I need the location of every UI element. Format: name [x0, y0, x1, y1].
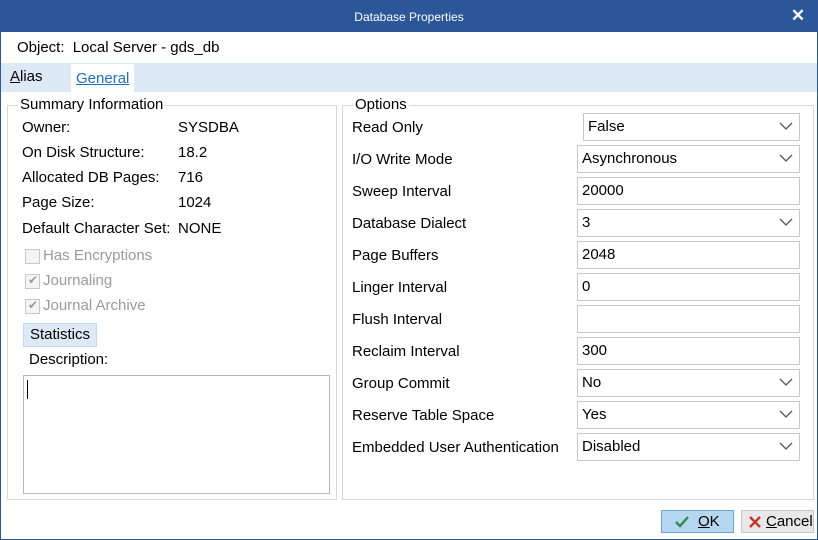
ok-button[interactable]: OK — [661, 510, 734, 533]
chevron-down-icon — [779, 370, 793, 396]
journaling-checkbox[interactable]: ✔ — [25, 273, 40, 289]
page-size-value: 1024 — [178, 194, 212, 211]
database-dialect-label: Database Dialect — [352, 215, 467, 232]
ok-label: OK — [698, 511, 720, 532]
journaling-label: Journaling — [43, 272, 113, 289]
database-properties-dialog: Database Properties ✕ Object: Local Serv… — [0, 0, 818, 540]
reclaim-interval-input[interactable]: 300 — [577, 337, 800, 365]
reclaim-interval-label: Reclaim Interval — [352, 343, 460, 360]
object-label: Object: — [17, 39, 65, 56]
close-icon — [747, 514, 763, 530]
journal-archive-label: Journal Archive — [43, 297, 146, 314]
close-icon[interactable]: ✕ — [789, 6, 807, 26]
sweep-interval-input[interactable]: 20000 — [577, 177, 800, 205]
owner-label: Owner: — [22, 119, 71, 136]
reserve-table-space-select[interactable]: Yes — [577, 401, 800, 429]
flush-interval-label: Flush Interval — [352, 311, 443, 328]
read-only-label: Read Only — [352, 119, 423, 136]
chevron-down-icon — [779, 146, 793, 172]
title-bar: Database Properties ✕ — [1, 1, 817, 32]
ods-value: 18.2 — [178, 144, 208, 161]
charset-label: Default Character Set: — [22, 220, 171, 237]
tab-strip: Alias General — [1, 63, 817, 92]
window-title: Database Properties — [354, 10, 464, 24]
embedded-user-auth-value: Disabled — [582, 438, 641, 455]
embedded-user-auth-label: Embedded User Authentication — [352, 439, 559, 456]
charset-value: NONE — [178, 220, 222, 237]
description-textarea[interactable] — [23, 375, 330, 494]
page-size-label: Page Size: — [22, 194, 95, 211]
cancel-label-rest: ancel — [776, 513, 813, 530]
tab-alias-mnemonic: A — [10, 68, 21, 85]
chevron-down-icon — [779, 402, 793, 428]
sweep-interval-label: Sweep Interval — [352, 183, 452, 200]
page-buffers-label: Page Buffers — [352, 247, 439, 264]
summary-legend: Summary Information — [18, 96, 166, 113]
chevron-down-icon — [779, 210, 793, 236]
cancel-mnemonic: C — [766, 513, 777, 530]
cancel-label: Cancel — [766, 511, 813, 532]
tab-general[interactable]: General — [71, 64, 135, 92]
embedded-user-auth-select[interactable]: Disabled — [577, 433, 800, 461]
ok-label-rest: K — [709, 513, 720, 530]
group-commit-select[interactable]: No — [577, 369, 800, 397]
chevron-down-icon — [779, 114, 793, 140]
cancel-button[interactable]: Cancel — [741, 510, 814, 533]
group-commit-value: No — [582, 374, 602, 391]
ods-label: On Disk Structure: — [22, 144, 145, 161]
has-encryptions-checkbox[interactable] — [25, 249, 40, 264]
group-commit-label: Group Commit — [352, 375, 450, 392]
linger-interval-input[interactable]: 0 — [577, 273, 800, 301]
io-write-mode-label: I/O Write Mode — [352, 151, 453, 168]
object-value: Local Server - gds_db — [72, 39, 220, 56]
ok-mnemonic: O — [698, 513, 710, 530]
object-row: Object: Local Server - gds_db — [17, 39, 223, 56]
reserve-table-space-label: Reserve Table Space — [352, 407, 495, 424]
read-only-value: False — [588, 118, 625, 135]
allocated-pages-value: 716 — [178, 169, 204, 186]
io-write-mode-value: Asynchronous — [582, 150, 678, 167]
reserve-table-space-value: Yes — [582, 406, 607, 423]
checkmark-icon: ✔ — [28, 273, 39, 287]
journal-archive-checkbox[interactable]: ✔ — [25, 298, 40, 314]
tab-alias-label: lias — [20, 68, 43, 85]
checkmark-icon — [674, 514, 690, 530]
description-label: Description: — [29, 351, 109, 368]
has-encryptions-label: Has Encryptions — [43, 247, 153, 264]
options-legend: Options — [353, 96, 409, 113]
allocated-pages-label: Allocated DB Pages: — [22, 169, 160, 186]
database-dialect-select[interactable]: 3 — [577, 209, 800, 237]
read-only-select[interactable]: False — [583, 113, 800, 141]
checkmark-icon: ✔ — [28, 298, 39, 312]
io-write-mode-select[interactable]: Asynchronous — [577, 145, 800, 173]
page-buffers-input[interactable]: 2048 — [577, 241, 800, 269]
linger-interval-label: Linger Interval — [352, 279, 448, 296]
statistics-button[interactable]: Statistics — [23, 323, 97, 347]
flush-interval-input[interactable] — [577, 305, 800, 333]
chevron-down-icon — [779, 434, 793, 460]
database-dialect-value: 3 — [582, 214, 591, 231]
text-caret — [27, 380, 28, 399]
owner-value: SYSDBA — [178, 119, 239, 136]
tab-alias[interactable]: Alias — [10, 68, 43, 85]
